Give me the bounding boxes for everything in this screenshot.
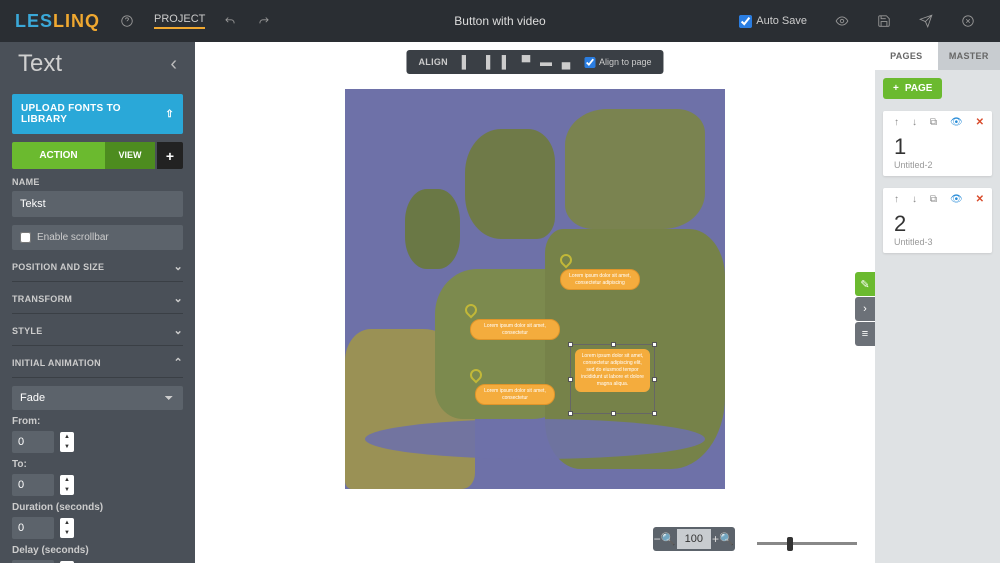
from-stepper[interactable]: ▲▼ (60, 432, 74, 452)
move-up-icon[interactable]: ↑ (894, 194, 899, 205)
page-subtitle: Untitled-2 (894, 160, 984, 170)
autosave-checkbox[interactable] (739, 15, 752, 28)
page-card[interactable]: ↑ ↓ ⧉ 👁 ✕ 1 Untitled-2 (883, 111, 992, 176)
move-down-icon[interactable]: ↓ (912, 194, 917, 205)
add-page-button[interactable]: +PAGE (883, 78, 942, 99)
align-center-h-icon[interactable]: ▐ (476, 52, 496, 72)
close-icon[interactable] (955, 8, 981, 34)
undo-icon[interactable] (217, 8, 243, 34)
map-tooltip: Lorem ipsum dolor sit amet, consectetur (475, 384, 555, 405)
from-input[interactable] (12, 431, 54, 453)
canvas[interactable]: ALIGN ▌ ▐ ▌ ▀ ▬ ▄ Align to page Lorem ip… (195, 42, 875, 563)
section-style[interactable]: STYLE⌄ (12, 314, 183, 346)
delete-icon[interactable]: ✕ (976, 194, 984, 205)
duration-label: Duration (seconds) (12, 502, 183, 513)
enable-scrollbar-checkbox[interactable] (20, 232, 31, 243)
section-transform[interactable]: TRANSFORM⌄ (12, 282, 183, 314)
preview-icon[interactable] (829, 8, 855, 34)
zoom-out-icon[interactable]: −🔍 (653, 527, 677, 551)
page-card[interactable]: ↑ ↓ ⧉ 👁 ✕ 2 Untitled-3 (883, 188, 992, 253)
action-button[interactable]: ACTION (12, 142, 105, 169)
align-label: ALIGN (410, 57, 456, 67)
chevron-down-icon: ⌄ (173, 324, 183, 337)
side-tab-edit-icon[interactable]: ✎ (855, 272, 875, 296)
properties-panel: Text ‹ UPLOAD FONTS TO LIBRARY ⇧ ACTION … (0, 42, 195, 563)
chevron-down-icon: ⌄ (173, 292, 183, 305)
panel-title: Text (18, 50, 62, 78)
move-up-icon[interactable]: ↑ (894, 117, 899, 128)
share-icon[interactable] (913, 8, 939, 34)
logo: LESLINQ (15, 11, 100, 32)
from-label: From: (12, 416, 183, 427)
duplicate-icon[interactable]: ⧉ (930, 117, 937, 128)
align-left-icon[interactable]: ▌ (456, 52, 476, 72)
upload-icon: ⇧ (165, 109, 174, 120)
chevron-down-icon: ⌄ (173, 260, 183, 273)
delay-label: Delay (seconds) (12, 545, 183, 556)
align-toolbar: ALIGN ▌ ▐ ▌ ▀ ▬ ▄ Align to page (406, 50, 663, 74)
section-position[interactable]: POSITION AND SIZE⌄ (12, 250, 183, 282)
visibility-icon[interactable]: 👁 (950, 117, 963, 128)
move-down-icon[interactable]: ↓ (912, 117, 917, 128)
delete-icon[interactable]: ✕ (976, 117, 984, 128)
upload-fonts-button[interactable]: UPLOAD FONTS TO LIBRARY ⇧ (12, 94, 183, 134)
visibility-icon[interactable]: 👁 (950, 194, 963, 205)
align-to-page-checkbox[interactable] (584, 57, 595, 68)
tab-pages[interactable]: PAGES (875, 42, 938, 70)
side-tab-layers-icon[interactable]: ≡ (855, 322, 875, 346)
add-button[interactable]: + (157, 142, 183, 169)
zoom-value[interactable]: 100 (677, 529, 711, 549)
panel-back-icon[interactable]: ‹ (170, 53, 177, 76)
slider-thumb[interactable] (787, 537, 793, 551)
to-label: To: (12, 459, 183, 470)
save-icon[interactable] (871, 8, 897, 34)
section-animation[interactable]: INITIAL ANIMATION⌃ (12, 346, 183, 378)
side-tab-expand-icon[interactable]: › (855, 297, 875, 321)
project-link[interactable]: PROJECT (154, 13, 205, 29)
duration-input[interactable] (12, 517, 54, 539)
map-tooltip: Lorem ipsum dolor sit amet, consectetur … (560, 269, 640, 290)
align-to-page-toggle[interactable]: Align to page (576, 57, 660, 68)
page-subtitle: Untitled-3 (894, 237, 984, 247)
duration-stepper[interactable]: ▲▼ (60, 518, 74, 538)
redo-icon[interactable] (251, 8, 277, 34)
name-label: NAME (12, 177, 183, 187)
view-button[interactable]: VIEW (105, 142, 155, 169)
zoom-in-icon[interactable]: +🔍 (711, 527, 735, 551)
zoom-slider[interactable] (757, 542, 857, 545)
align-top-icon[interactable]: ▀ (516, 52, 536, 72)
to-stepper[interactable]: ▲▼ (60, 475, 74, 495)
selected-tooltip[interactable]: Lorem ipsum dolor sit amet, consectetur … (575, 349, 650, 392)
chevron-up-icon: ⌃ (173, 356, 183, 369)
align-bottom-icon[interactable]: ▄ (556, 52, 576, 72)
tab-master[interactable]: MASTER (938, 42, 1000, 70)
page-number: 1 (894, 134, 984, 160)
help-icon[interactable] (114, 8, 140, 34)
align-center-v-icon[interactable]: ▬ (536, 52, 556, 72)
name-input[interactable] (12, 191, 183, 217)
document-title: Button with video (454, 14, 545, 28)
align-right-icon[interactable]: ▌ (496, 52, 516, 72)
animation-type-select[interactable]: Fade (12, 386, 183, 410)
enable-scrollbar-row[interactable]: Enable scrollbar (12, 225, 183, 250)
to-input[interactable] (12, 474, 54, 496)
pages-panel: PAGES MASTER +PAGE ↑ ↓ ⧉ 👁 ✕ 1 Untitled-… (875, 42, 1000, 563)
app-header: LESLINQ PROJECT Button with video Auto S… (0, 0, 1000, 42)
autosave-toggle[interactable]: Auto Save (739, 15, 807, 28)
map-tooltip: Lorem ipsum dolor sit amet, consectetur (470, 319, 560, 340)
map-canvas[interactable]: Lorem ipsum dolor sit amet, consectetur … (345, 89, 725, 489)
page-number: 2 (894, 211, 984, 237)
duplicate-icon[interactable]: ⧉ (930, 194, 937, 205)
zoom-controls: −🔍 100 +🔍 (653, 527, 735, 551)
